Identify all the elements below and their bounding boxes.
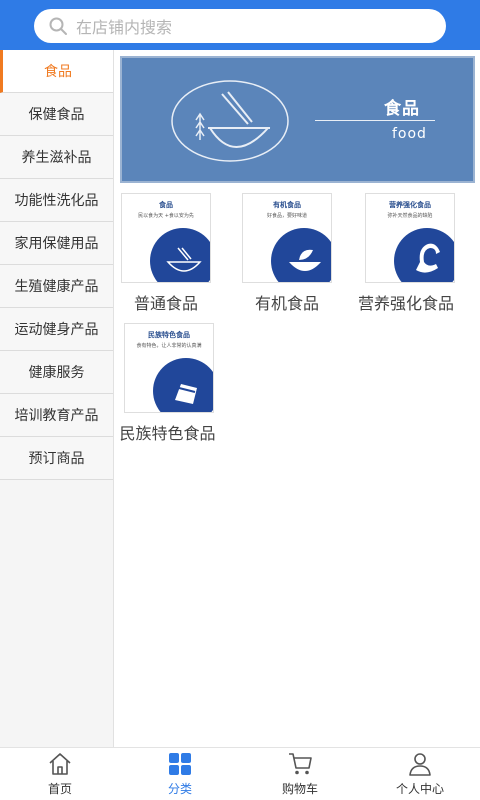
product-label: 普通食品: [133, 294, 198, 313]
tab-label: 个人中心: [395, 782, 444, 796]
tab-label: 分类: [167, 782, 192, 796]
tab-home[interactable]: 首页: [0, 748, 120, 800]
sidebar-item-health-food[interactable]: 保健食品: [0, 93, 113, 136]
product-label: 营养强化食品: [357, 294, 454, 313]
category-grid-icon: [169, 753, 191, 775]
thumbnail-title: 食品: [159, 201, 173, 209]
sidebar-item-health-service[interactable]: 健康服务: [0, 351, 113, 394]
tab-label: 购物车: [281, 782, 318, 796]
product-thumbnail: 食品 民以食为天 +食以安为先: [121, 193, 211, 283]
sidebar-item-toiletries[interactable]: 功能性洗化品: [0, 179, 113, 222]
leaf-bowl-icon: [289, 249, 321, 271]
thumbnail-title: 民族特色食品: [148, 331, 190, 339]
product-label: 民族特色食品: [119, 424, 216, 443]
sidebar-item-preorder[interactable]: 预订商品: [0, 437, 113, 480]
sidebar-item-fitness[interactable]: 运动健身产品: [0, 308, 113, 351]
product-label: 有机食品: [254, 294, 319, 313]
category-sidebar: 食品 保健食品 养生滋补品 功能性洗化品 家用保健用品 生殖健康产品 运动健身产…: [0, 50, 114, 747]
search-icon: [49, 17, 67, 35]
product-card-ethnic-food[interactable]: 民族特色食品 食有特色，让人非常的认真满 民族特色食品: [119, 323, 219, 444]
sidebar-item-home-health[interactable]: 家用保健用品: [0, 222, 113, 265]
sidebar-item-tonic[interactable]: 养生滋补品: [0, 136, 113, 179]
product-card-organic-food[interactable]: 有机食品 好食品，要好味道 有机食品: [237, 193, 337, 314]
food-icon: [175, 384, 197, 404]
sidebar-item-reproductive-health[interactable]: 生殖健康产品: [0, 265, 113, 308]
banner-divider: [315, 120, 435, 121]
thumbnail-caption: 弥补天然食品的缺陷: [387, 213, 433, 219]
search-input[interactable]: 在店铺内搜索: [76, 14, 172, 38]
thumbnail-title: 营养强化食品: [389, 201, 431, 209]
thumbnail-title: 有机食品: [273, 201, 301, 209]
bowl-icon: [166, 247, 202, 272]
sidebar-item-food[interactable]: 食品: [0, 50, 113, 93]
product-thumbnail: 有机食品 好食品，要好味道: [242, 193, 332, 283]
sidebar-item-training[interactable]: 培训教育产品: [0, 394, 113, 437]
user-icon: [409, 753, 431, 776]
cart-icon: [289, 753, 312, 775]
category-banner[interactable]: 食品 food: [120, 56, 475, 183]
thumbnail-caption: 民以食为天 +食以安为先: [138, 213, 194, 219]
product-thumbnail: 民族特色食品 食有特色，让人非常的认真满: [124, 323, 214, 413]
tab-category[interactable]: 分类: [120, 748, 240, 800]
home-icon: [49, 753, 71, 775]
product-card-fortified-food[interactable]: 营养强化食品 弥补天然食品的缺陷 营养强化食品: [358, 193, 460, 314]
thumbnail-caption: 食有特色，让人非常的认真满: [136, 343, 202, 349]
product-card-regular-food[interactable]: 食品 民以食为天 +食以安为先 普通食品: [116, 193, 216, 314]
top-header: 在店铺内搜索: [0, 0, 480, 50]
tab-label: 首页: [47, 782, 72, 796]
thumbnail-caption: 好食品，要好味道: [266, 213, 307, 219]
tab-cart[interactable]: 购物车: [240, 748, 360, 800]
bird-icon: [416, 243, 440, 273]
bottom-tab-bar: 首页 分类 购物车 个人中心: [0, 747, 480, 800]
bowl-icon: [171, 80, 289, 162]
product-thumbnail: 营养强化食品 弥补天然食品的缺陷: [365, 193, 455, 283]
banner-title: 食品: [384, 99, 420, 119]
banner-subtitle: food: [392, 126, 427, 142]
search-bar[interactable]: 在店铺内搜索: [34, 9, 446, 43]
tab-profile[interactable]: 个人中心: [360, 748, 480, 800]
